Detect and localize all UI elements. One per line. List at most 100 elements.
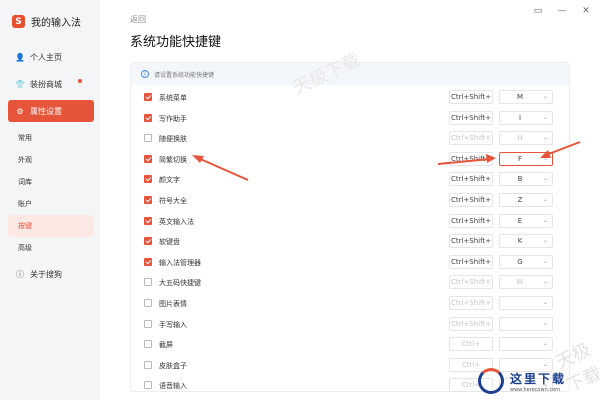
key-value: G — [517, 257, 523, 266]
shortcut-checkbox[interactable] — [144, 319, 152, 328]
modifier-select[interactable]: Ctrl+Shift+ — [449, 193, 493, 207]
feedback-icon[interactable]: ▭ — [532, 6, 544, 16]
modifier-select[interactable]: Ctrl+Shift+ — [449, 213, 493, 228]
sidebar-item-shop[interactable]: 👕 装扮商城 — [8, 73, 94, 95]
sidebar-item-profile[interactable]: 👤 个人主页 — [8, 46, 94, 68]
modifier-select[interactable]: Ctrl+ — [449, 337, 493, 352]
key-select[interactable]: H ⌄ — [499, 131, 553, 146]
sidebar-item-about[interactable]: ⓘ 关于搜狗 — [8, 263, 94, 285]
shortcut-checkbox[interactable] — [144, 237, 152, 246]
shortcut-label: 语音输入 — [159, 382, 187, 391]
shortcut-label: 大五码快捷键 — [159, 279, 201, 288]
sidebar-subitem-account[interactable]: 账户 — [8, 193, 94, 215]
minimize-icon[interactable]: — — [556, 6, 568, 16]
shortcut-row: 手写输入 Ctrl+Shift+ ⌄ — [131, 314, 569, 334]
chevron-down-icon: ⌄ — [542, 134, 548, 142]
sidebar-subitem-advanced[interactable]: 高级 — [8, 237, 94, 259]
shortcut-checkbox[interactable] — [144, 113, 152, 122]
chevron-down-icon: ⌄ — [542, 340, 548, 348]
tip-text: 请设置系统功能快捷键 — [154, 71, 215, 79]
key-select[interactable]: F ⌄ — [499, 151, 553, 166]
shortcut-label: 简繁切换 — [159, 155, 187, 164]
modifier-select[interactable]: Ctrl+Shift+ — [449, 110, 493, 125]
shortcut-checkbox[interactable] — [144, 196, 152, 204]
page-title: 系统功能快捷键 — [130, 35, 222, 50]
shortcut-checkbox[interactable] — [144, 175, 152, 184]
shortcut-label: 英文输入法 — [159, 217, 194, 226]
key-select[interactable]: M ⌄ — [499, 90, 553, 104]
shortcut-checkbox[interactable] — [144, 257, 152, 266]
key-value: B — [517, 175, 523, 184]
shortcut-label: 颜文字 — [159, 176, 180, 185]
modifier-select[interactable]: Ctrl+Shift+ — [449, 254, 493, 269]
sidebar: S 我的输入法 👤 个人主页 👕 装扮商城 ⚙ 属性设置 常用 外观 词库 账户… — [0, 0, 100, 400]
shortcut-row: 软键盘 Ctrl+Shift+ K ⌄ — [131, 231, 569, 251]
key-select[interactable]: W ⌄ — [499, 275, 553, 290]
shortcut-checkbox[interactable] — [144, 154, 152, 163]
shortcut-label: 符号大全 — [159, 197, 187, 205]
shortcut-checkbox[interactable] — [144, 299, 152, 307]
sidebar-subitem-keys[interactable]: 按键 — [8, 215, 94, 237]
key-select[interactable]: G ⌄ — [499, 254, 553, 269]
key-select[interactable]: B ⌄ — [499, 172, 553, 187]
key-select[interactable]: E ⌄ — [499, 213, 553, 228]
close-icon[interactable]: ✕ — [580, 6, 592, 16]
shortcut-checkbox[interactable] — [144, 381, 152, 390]
modifier-select[interactable]: Ctrl+Shift+ — [449, 275, 493, 290]
key-select[interactable]: ⌄ — [499, 337, 553, 352]
shortcut-label: 手写输入 — [159, 320, 187, 329]
chevron-down-icon: ⌄ — [542, 93, 548, 100]
sidebar-subitem-lexicon[interactable]: 词库 — [8, 171, 94, 193]
shortcut-label: 皮肤盒子 — [159, 361, 187, 370]
shortcut-row: 写作助手 Ctrl+Shift+ I ⌄ — [131, 108, 569, 128]
info-icon: ⓘ — [16, 269, 24, 279]
sidebar-item-label: 关于搜狗 — [30, 269, 62, 279]
shortcut-panel: i 请设置系统功能快捷键 系统菜单 Ctrl+Shift+ M ⌄ 写作助手 Ctrl+S… — [130, 62, 570, 393]
sogou-logo-icon: S — [12, 15, 25, 28]
sidebar-subitem-common[interactable]: 常用 — [8, 127, 94, 149]
key-value: H — [517, 134, 523, 143]
modifier-select[interactable]: Ctrl+Shift+ — [449, 316, 493, 331]
key-select[interactable]: K ⌄ — [499, 234, 553, 249]
modifier-select[interactable]: Ctrl+Shift+ — [449, 151, 493, 166]
shortcut-label: 输入法管理器 — [159, 258, 201, 267]
modifier-select[interactable]: Ctrl+Shift+ — [449, 234, 493, 249]
sidebar-item-label: 个人主页 — [30, 52, 62, 62]
key-select[interactable]: ⌄ — [499, 296, 553, 310]
main-panel: 返回 系统功能快捷键 ▭ — ✕ i 请设置系统功能快捷键 系统菜单 Ctrl+S… — [100, 0, 600, 400]
modifier-select[interactable]: Ctrl+Shift+ — [449, 172, 493, 187]
sidebar-item-label: 属性设置 — [30, 106, 62, 116]
key-select[interactable]: I ⌄ — [499, 110, 553, 125]
sidebar-item-settings[interactable]: ⚙ 属性设置 — [8, 100, 94, 122]
modifier-select[interactable]: Ctrl+Shift+ — [449, 131, 493, 146]
chevron-down-icon: ⌄ — [542, 196, 548, 203]
modifier-select[interactable]: Ctrl+Shift+ — [449, 296, 493, 310]
sidebar-subitem-appearance[interactable]: 外观 — [8, 149, 94, 171]
shortcut-checkbox[interactable] — [144, 360, 152, 369]
shortcut-row: 图片表情 Ctrl+Shift+ ⌄ — [131, 293, 569, 313]
key-select[interactable]: ⌄ — [499, 316, 553, 331]
chevron-down-icon: ⌄ — [542, 299, 548, 306]
shortcut-row: 英文输入法 Ctrl+Shift+ E ⌄ — [131, 211, 569, 231]
key-select[interactable]: Z ⌄ — [499, 193, 553, 207]
key-value: F — [517, 154, 523, 163]
shortcut-label: 随便换肤 — [159, 135, 187, 144]
shortcut-row: 符号大全 Ctrl+Shift+ Z ⌄ — [131, 190, 569, 210]
chevron-down-icon: ⌄ — [542, 175, 548, 183]
chevron-down-icon: ⌄ — [542, 319, 548, 327]
back-link[interactable]: 返回 — [130, 14, 146, 25]
sidebar-item-label: 装扮商城 — [30, 79, 62, 89]
shortcut-checkbox[interactable] — [144, 340, 152, 349]
key-value: W — [516, 278, 524, 287]
shortcut-checkbox[interactable] — [144, 216, 152, 225]
shortcut-checkbox[interactable] — [144, 134, 152, 143]
shortcut-checkbox[interactable] — [144, 93, 152, 101]
chevron-down-icon: ⌄ — [542, 237, 548, 245]
key-value: E — [517, 216, 523, 225]
shortcut-checkbox[interactable] — [144, 278, 152, 287]
key-value: M — [516, 93, 524, 101]
shirt-icon: 👕 — [15, 79, 25, 89]
sidebar-nav: 👤 个人主页 👕 装扮商城 ⚙ 属性设置 常用 外观 词库 账户 按键 高级 ⓘ… — [8, 46, 94, 290]
modifier-select[interactable]: Ctrl+Shift+ — [449, 90, 493, 104]
chevron-down-icon: ⌄ — [542, 154, 548, 162]
